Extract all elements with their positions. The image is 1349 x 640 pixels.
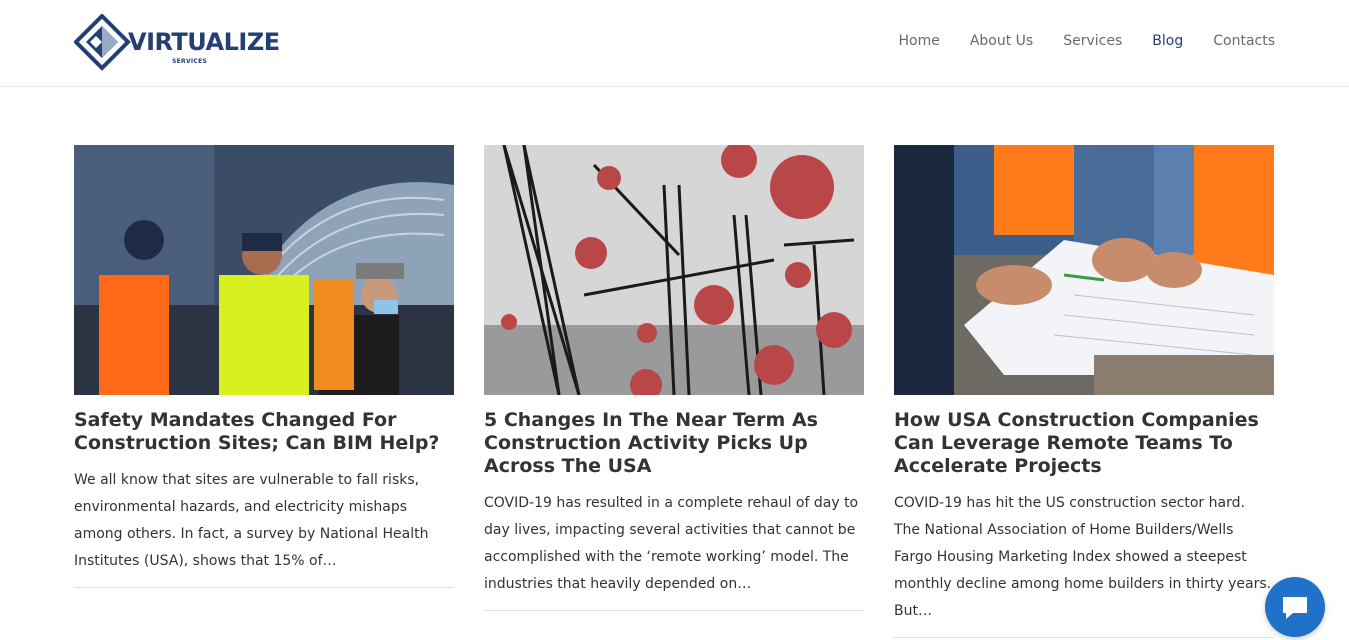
post-title[interactable]: 5 Changes In The Near Term As Constructi… bbox=[484, 409, 864, 478]
brand-tagline: SERVICES bbox=[172, 58, 208, 65]
blog-card: How USA Construction Companies Can Lever… bbox=[894, 145, 1274, 638]
card-divider bbox=[484, 610, 864, 611]
nav-home[interactable]: Home bbox=[899, 33, 940, 49]
main-nav: Home About Us Services Blog Contacts bbox=[899, 33, 1276, 49]
post-title[interactable]: Safety Mandates Changed For Construction… bbox=[74, 409, 454, 455]
blog-card: Safety Mandates Changed For Construction… bbox=[74, 145, 454, 588]
card-divider bbox=[894, 637, 1274, 638]
logo[interactable]: VIRTUALIZE SERVICES bbox=[74, 14, 280, 72]
nav-contacts[interactable]: Contacts bbox=[1213, 33, 1275, 49]
chat-button[interactable] bbox=[1265, 577, 1325, 637]
card-divider bbox=[74, 587, 454, 588]
nav-about-us[interactable]: About Us bbox=[970, 33, 1033, 49]
brand-name: VIRTUALIZE bbox=[128, 28, 280, 56]
logo-diamond-icon bbox=[74, 14, 131, 71]
post-excerpt: We all know that sites are vulnerable to… bbox=[74, 472, 429, 569]
post-image-workers[interactable] bbox=[74, 145, 454, 395]
post-excerpt: COVID-19 has resulted in a complete reha… bbox=[484, 495, 859, 592]
nav-services[interactable]: Services bbox=[1063, 33, 1122, 49]
post-image-cranes[interactable] bbox=[484, 145, 864, 395]
post-excerpt: COVID-19 has hit the US construction sec… bbox=[894, 495, 1272, 619]
blog-card: 5 Changes In The Near Term As Constructi… bbox=[484, 145, 864, 611]
nav-blog[interactable]: Blog bbox=[1152, 33, 1183, 49]
post-title[interactable]: How USA Construction Companies Can Lever… bbox=[894, 409, 1274, 478]
chat-bubble-icon bbox=[1283, 597, 1307, 619]
post-image-plans[interactable] bbox=[894, 145, 1274, 395]
site-header: VIRTUALIZE SERVICES Home About Us Servic… bbox=[0, 0, 1349, 87]
